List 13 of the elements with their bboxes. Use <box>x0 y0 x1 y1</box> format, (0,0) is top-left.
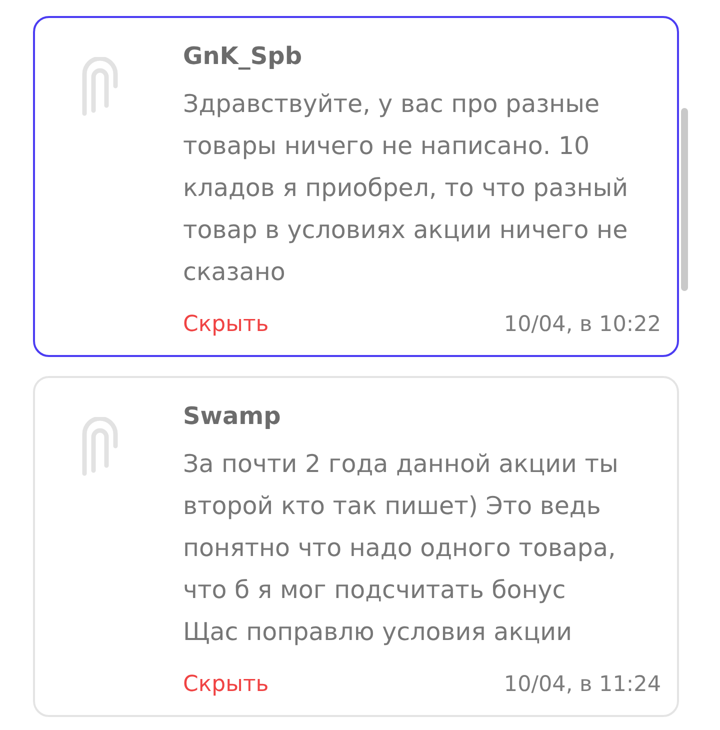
comment-card[interactable]: Swamp За почти 2 года данной акции ты второй кто так пишет) Это ведь понятно что надо одного товара, что б я мог подсчитать бонус Щас поправлю условия акции Скрыть 10/04, в 11:24 <box>33 376 679 717</box>
scrollbar-thumb[interactable] <box>681 108 688 291</box>
hide-link[interactable]: Скрыть <box>183 671 269 699</box>
comment-time: 10/04, в 11:24 <box>504 671 661 699</box>
avatar-logo-icon <box>82 417 118 476</box>
comment-text: Здравствуйте, у вас про разные товары ничего не написано. 10 кладов я приобрел, то что разный товар в условиях акции ничего не сказано <box>183 88 630 288</box>
comment-text: За почти 2 года данной акции ты второй кто так пишет) Это ведь понятно что надо одного товара, что б я мог подсчитать бонус Щас поправлю условия акции <box>183 448 620 648</box>
comment-author: Swamp <box>183 401 281 432</box>
comment-time: 10/04, в 10:22 <box>504 311 661 339</box>
comment-card[interactable]: GnK_Spb Здравствуйте, у вас про разные товары ничего не написано. 10 кладов я приобрел, то что разный товар в условиях акции ничего не сказано Скрыть 10/04, в 10:22 <box>33 16 679 357</box>
avatar-logo-icon <box>82 57 118 116</box>
hide-link[interactable]: Скрыть <box>183 311 269 339</box>
comment-author: GnK_Spb <box>183 41 302 72</box>
